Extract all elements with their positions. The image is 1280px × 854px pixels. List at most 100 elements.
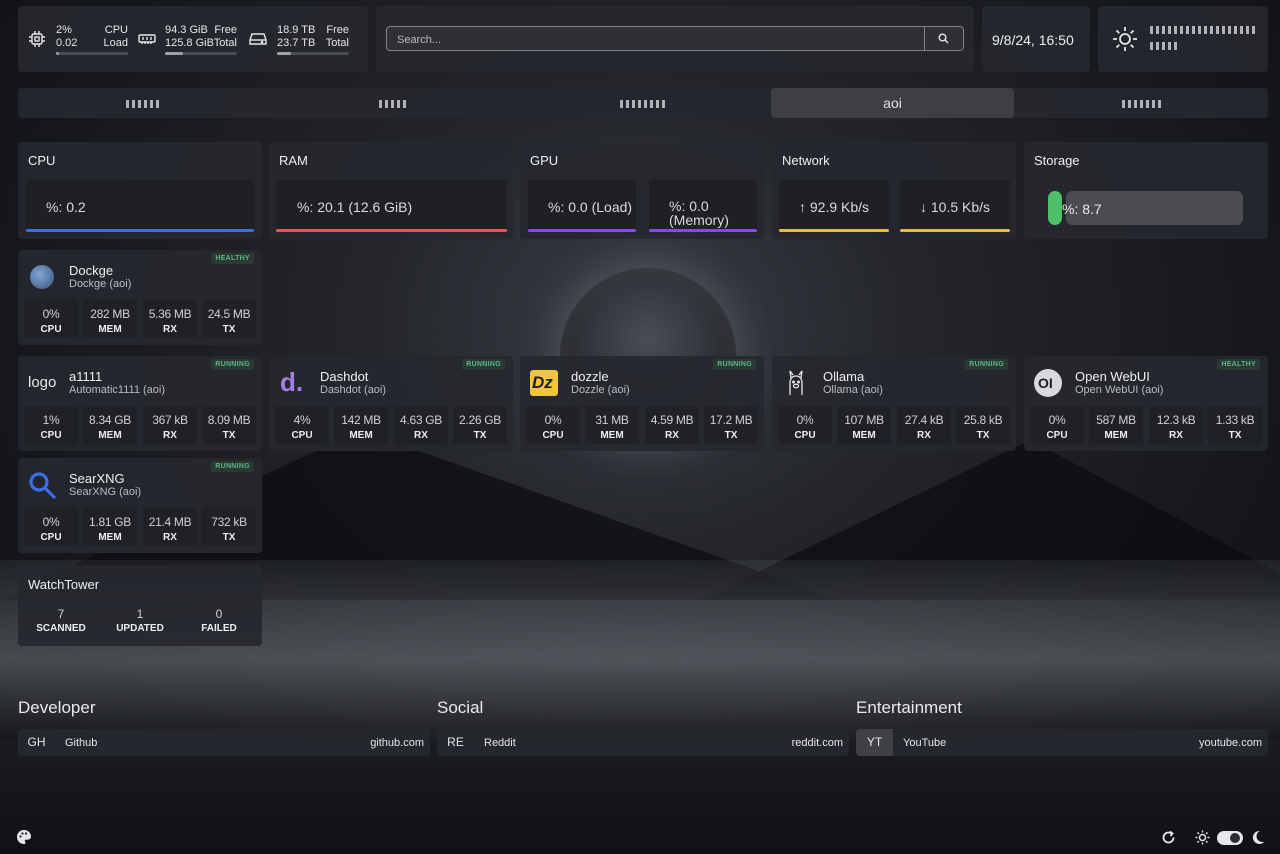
dockge-logo (28, 263, 56, 291)
tab-label-redacted (620, 100, 666, 109)
bookmark-abbr: RE (447, 735, 464, 749)
gpu-memory-metric: %: 0.0 (Memory) (649, 180, 757, 232)
disk-icon (249, 33, 267, 45)
storage-value: %: 8.7 (1062, 201, 1102, 217)
stat-rx: 21.4 MB RX (143, 508, 197, 546)
stat-value: 1.81 GB (89, 515, 131, 529)
stat-rx: 27.4 kB RX (897, 406, 951, 444)
service-card-dockge[interactable]: Dockge Dockge (aoi) HEALTHY 0% CPU 282 MB… (18, 250, 262, 345)
stat-value: 21.4 MB (148, 515, 192, 529)
tab-aoi[interactable]: aoi (771, 88, 1014, 118)
stat-value: 1 (136, 607, 144, 621)
gpu-memory-underline (649, 229, 757, 232)
memory-icon (138, 34, 156, 44)
stat-label: CPU (794, 430, 816, 441)
service-card-open-webui[interactable]: OI Open WebUI Open WebUI (aoi) HEALTHY 0… (1024, 356, 1268, 451)
gpu-memory-label: (Memory) (669, 212, 729, 228)
stat-tx: 25.8 kB TX (956, 406, 1010, 444)
toggle-knob (1230, 833, 1240, 843)
stat-label: CPU (1046, 430, 1068, 441)
stat-rx: 12.3 kB RX (1149, 406, 1203, 444)
palette-icon[interactable] (16, 829, 32, 845)
stat-label: FAILED (201, 623, 237, 634)
disk-usage-fill (277, 52, 292, 55)
service-card-ollama[interactable]: Ollama Ollama (aoi) RUNNING 0% CPU 107 MB… (772, 356, 1016, 451)
stat-label: RX (665, 430, 679, 441)
service-card-dashdot[interactable]: d. Dashdot Dashdot (aoi) RUNNING 4% CPU 1… (269, 356, 513, 451)
stat-cpu: 0% CPU (24, 508, 78, 546)
search-input[interactable] (395, 31, 919, 49)
stat-failed: 0 FAILED (182, 607, 256, 634)
service-card-a1111[interactable]: logo a1111 Automatic1111 (aoi) RUNNING 1… (18, 356, 262, 451)
bookmark-group-title: Social (437, 698, 484, 717)
stat-label: MEM (98, 532, 122, 543)
stat-value: 5.36 MB (148, 307, 192, 321)
cpu-percent: 2% (56, 24, 72, 36)
stat-rx: 4.59 MB RX (645, 406, 699, 444)
search-panel (376, 6, 974, 72)
bookmark-group-title: Developer (18, 698, 96, 717)
refresh-icon[interactable] (1161, 830, 1176, 845)
gpu-memory-value: %: 0.0 (Memory) (669, 199, 729, 227)
weather-info-redacted (1150, 42, 1180, 50)
stat-mem: 1.81 GB MEM (83, 508, 137, 546)
stat-value: 367 kB (152, 413, 188, 427)
widget-title: Network (782, 153, 830, 168)
background-ground (0, 740, 1280, 854)
service-card-dozzle[interactable]: Dz dozzle Dozzle (aoi) RUNNING 0% CPU 31 … (520, 356, 764, 451)
stat-value: 8.34 GB (89, 413, 131, 427)
theme-toggle[interactable] (1217, 831, 1243, 845)
sun-icon (1195, 830, 1210, 845)
tab-3[interactable] (518, 88, 768, 118)
disk-free: 18.9 TB (277, 24, 316, 36)
stat-label: MEM (98, 430, 122, 441)
status-badge: RUNNING (462, 359, 505, 370)
gpu-load-value: %: 0.0 (Load) (548, 199, 633, 215)
service-subtitle: Automatic1111 (aoi) (69, 384, 165, 396)
bookmark-url: youtube.com (1199, 737, 1262, 749)
stat-value: 24.5 MB (207, 307, 251, 321)
bookmark-reddit[interactable]: RE Reddit reddit.com (437, 729, 849, 756)
tab-label-redacted (1122, 100, 1164, 109)
tab-1[interactable] (18, 88, 268, 118)
total-label: Total (213, 37, 237, 49)
stat-label: TX (473, 430, 487, 441)
stat-tx: 1.33 kB TX (1208, 406, 1262, 444)
bookmark-name: Github (65, 737, 98, 749)
bookmark-youtube[interactable]: YT YouTube youtube.com (856, 729, 1268, 756)
tab-2[interactable] (268, 88, 518, 118)
stat-value: 12.3 kB (1156, 413, 1196, 427)
ram-value: %: 20.1 (12.6 GiB) (297, 199, 413, 215)
widget-title: Storage (1034, 153, 1080, 168)
weather-panel (1098, 6, 1268, 72)
stat-label: RX (163, 430, 177, 441)
service-name: a1111 (69, 369, 103, 384)
stat-label: CPU (542, 430, 564, 441)
bookmark-github[interactable]: GH Github github.com (18, 729, 430, 756)
logo-text: Dz (532, 373, 553, 392)
cpu-metric: %: 0.2 (26, 180, 254, 232)
widget-title: GPU (530, 153, 559, 168)
search-button[interactable] (924, 27, 963, 50)
datetime-panel: 9/8/24, 16:50 (982, 6, 1090, 72)
stat-mem: 142 MB MEM (334, 406, 388, 444)
logo-text: d. (280, 367, 304, 397)
service-subtitle: Open WebUI (aoi) (1075, 384, 1164, 396)
bookmark-name: Reddit (484, 737, 516, 749)
stat-value: 587 MB (1096, 413, 1136, 427)
cpu-label: CPU (104, 24, 128, 36)
service-subtitle: SearXNG (aoi) (69, 486, 142, 498)
service-name: Open WebUI (1075, 369, 1150, 384)
stat-label: RX (1169, 430, 1183, 441)
watchtower-card[interactable]: WatchTower 7 SCANNED 1 UPDATED 0 FAILED (18, 565, 262, 646)
status-badge: HEALTHY (1217, 359, 1260, 370)
stat-value: 4.59 MB (650, 413, 694, 427)
service-card-searxng[interactable]: SearXNG SearXNG (aoi) RUNNING 0% CPU 1.81… (18, 458, 262, 553)
status-badge: HEALTHY (211, 253, 254, 264)
stat-mem: 8.34 GB MEM (83, 406, 137, 444)
stat-value: 0 (215, 607, 223, 621)
stat-rx: 367 kB RX (143, 406, 197, 444)
tab-5[interactable] (1018, 88, 1268, 118)
weather-info-redacted (1150, 26, 1256, 34)
service-name: SearXNG (69, 471, 125, 486)
